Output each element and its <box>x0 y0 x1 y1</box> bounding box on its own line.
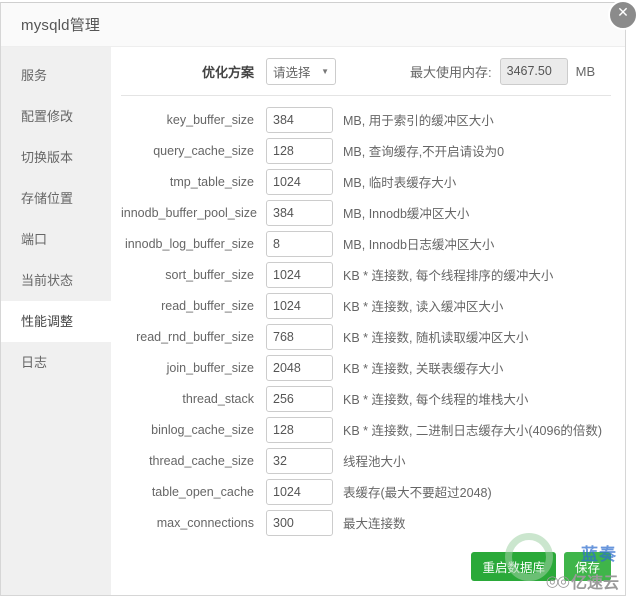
param-label: key_buffer_size <box>166 112 254 127</box>
param-input-tmp-table-size[interactable] <box>266 168 333 195</box>
window-titlebar: mysqld管理 <box>1 3 625 47</box>
param-label: thread_cache_size <box>149 453 254 468</box>
param-row-read-rnd-buffer-size: read_rnd_buffer_size KB * 连接数, 随机读取缓冲区大小 <box>111 321 625 352</box>
param-hint: MB, 查询缓存,不开启请设为0 <box>343 145 505 159</box>
optimization-scheme-label: 优化方案 <box>201 64 254 80</box>
param-label: sort_buffer_size <box>165 267 254 282</box>
param-input-thread-stack[interactable] <box>266 385 333 412</box>
sidebar-item-switch-version[interactable]: 切换版本 <box>1 137 111 178</box>
param-input-join-buffer-size[interactable] <box>266 354 333 381</box>
sidebar-item-storage-location[interactable]: 存储位置 <box>1 178 111 219</box>
parameter-list: key_buffer_size MB, 用于索引的缓冲区大小 query_cac… <box>111 96 625 538</box>
sidebar-item-service[interactable]: 服务 <box>1 55 111 96</box>
sidebar-item-label: 服务 <box>21 68 48 83</box>
sidebar-item-port[interactable]: 端口 <box>1 219 111 260</box>
page-title: mysqld管理 <box>21 17 101 34</box>
sidebar-item-config-modify[interactable]: 配置修改 <box>1 96 111 137</box>
param-input-thread-cache-size[interactable] <box>266 447 333 474</box>
sidebar-item-logs[interactable]: 日志 <box>1 342 111 383</box>
optimization-scheme-row: 优化方案 请选择 ▼ 最大使用内存: MB <box>111 47 625 95</box>
sidebar-item-label: 当前状态 <box>21 273 74 288</box>
param-row-table-open-cache: table_open_cache 表缓存(最大不要超过2048) <box>111 476 625 507</box>
param-input-binlog-cache-size[interactable] <box>266 416 333 443</box>
param-row-max-connections: max_connections 最大连接数 <box>111 507 625 538</box>
param-hint: KB * 连接数, 随机读取缓冲区大小 <box>343 331 529 345</box>
param-row-innodb-buffer-pool-size: innodb_buffer_pool_size MB, Innodb缓冲区大小 <box>111 197 625 228</box>
param-row-binlog-cache-size: binlog_cache_size KB * 连接数, 二进制日志缓存大小(40… <box>111 414 625 445</box>
action-buttons: 重启数据库 保存 <box>471 552 611 581</box>
param-hint: KB * 连接数, 二进制日志缓存大小(4096的倍数) <box>343 424 603 438</box>
param-label: read_buffer_size <box>161 298 254 313</box>
param-hint: KB * 连接数, 读入缓冲区大小 <box>343 300 504 314</box>
param-hint: MB, 用于索引的缓冲区大小 <box>343 114 494 128</box>
param-hint: KB * 连接数, 每个线程排序的缓冲大小 <box>343 269 554 283</box>
param-label: max_connections <box>156 515 254 530</box>
sidebar-item-label: 性能调整 <box>21 314 74 329</box>
param-label: read_rnd_buffer_size <box>136 329 254 344</box>
sidebar-item-label: 存储位置 <box>21 191 74 206</box>
param-label: innodb_buffer_pool_size <box>121 205 257 220</box>
param-input-sort-buffer-size[interactable] <box>266 261 333 288</box>
param-row-thread-cache-size: thread_cache_size 线程池大小 <box>111 445 625 476</box>
max-memory-input[interactable] <box>499 57 568 85</box>
sidebar-item-label: 日志 <box>21 355 48 370</box>
param-row-key-buffer-size: key_buffer_size MB, 用于索引的缓冲区大小 <box>111 104 625 135</box>
param-label: binlog_cache_size <box>151 422 254 437</box>
optimization-scheme-select[interactable]: 请选择 ▼ <box>266 57 336 85</box>
param-hint: 线程池大小 <box>343 455 406 469</box>
param-input-innodb-buffer-pool-size[interactable] <box>266 199 333 226</box>
param-label: tmp_table_size <box>169 174 254 189</box>
param-hint: 最大连接数 <box>343 517 406 531</box>
sidebar: 服务 配置修改 切换版本 存储位置 端口 当前状态 性能调整 日志 <box>1 47 111 595</box>
save-button[interactable]: 保存 <box>563 552 611 581</box>
param-hint: KB * 连接数, 每个线程的堆栈大小 <box>343 393 529 407</box>
param-input-query-cache-size[interactable] <box>266 137 333 164</box>
sidebar-item-performance-tuning[interactable]: 性能调整 <box>1 301 111 342</box>
param-label: query_cache_size <box>153 143 254 158</box>
param-hint: MB, Innodb缓冲区大小 <box>343 207 470 221</box>
window-body: 服务 配置修改 切换版本 存储位置 端口 当前状态 性能调整 日志 优化方案 请… <box>1 47 625 595</box>
mysqld-management-window: mysqld管理 服务 配置修改 切换版本 存储位置 端口 当前状态 性能调整 <box>0 2 626 596</box>
param-row-sort-buffer-size: sort_buffer_size KB * 连接数, 每个线程排序的缓冲大小 <box>111 259 625 290</box>
param-label: thread_stack <box>182 391 254 406</box>
param-hint: KB * 连接数, 关联表缓存大小 <box>343 362 504 376</box>
param-input-max-connections[interactable] <box>266 509 333 536</box>
param-input-table-open-cache[interactable] <box>266 478 333 505</box>
sidebar-item-current-status[interactable]: 当前状态 <box>1 260 111 301</box>
param-row-join-buffer-size: join_buffer_size KB * 连接数, 关联表缓存大小 <box>111 352 625 383</box>
param-hint: 表缓存(最大不要超过2048) <box>343 486 492 500</box>
param-label: table_open_cache <box>151 484 254 499</box>
param-input-key-buffer-size[interactable] <box>266 106 333 133</box>
max-memory-unit: MB <box>575 63 596 79</box>
max-memory-label: 最大使用内存: <box>410 64 492 80</box>
param-row-tmp-table-size: tmp_table_size MB, 临时表缓存大小 <box>111 166 625 197</box>
param-row-innodb-log-buffer-size: innodb_log_buffer_size MB, Innodb日志缓冲区大小 <box>111 228 625 259</box>
optimization-scheme-value: 请选择 <box>273 65 311 80</box>
param-row-query-cache-size: query_cache_size MB, 查询缓存,不开启请设为0 <box>111 135 625 166</box>
sidebar-item-label: 切换版本 <box>21 150 74 165</box>
param-hint: MB, Innodb日志缓冲区大小 <box>343 238 495 252</box>
sidebar-item-label: 配置修改 <box>21 109 74 124</box>
param-input-read-buffer-size[interactable] <box>266 292 333 319</box>
param-input-read-rnd-buffer-size[interactable] <box>266 323 333 350</box>
param-input-innodb-log-buffer-size[interactable] <box>266 230 333 257</box>
sidebar-item-label: 端口 <box>21 232 48 247</box>
content-panel: 优化方案 请选择 ▼ 最大使用内存: MB key_buffer_size MB… <box>111 47 625 595</box>
param-row-read-buffer-size: read_buffer_size KB * 连接数, 读入缓冲区大小 <box>111 290 625 321</box>
param-label: innodb_log_buffer_size <box>124 236 254 251</box>
close-icon[interactable]: ✕ <box>608 0 638 30</box>
chevron-down-icon: ▼ <box>321 66 329 76</box>
restart-database-button[interactable]: 重启数据库 <box>471 552 556 581</box>
param-label: join_buffer_size <box>166 360 254 375</box>
param-row-thread-stack: thread_stack KB * 连接数, 每个线程的堆栈大小 <box>111 383 625 414</box>
param-hint: MB, 临时表缓存大小 <box>343 176 457 190</box>
